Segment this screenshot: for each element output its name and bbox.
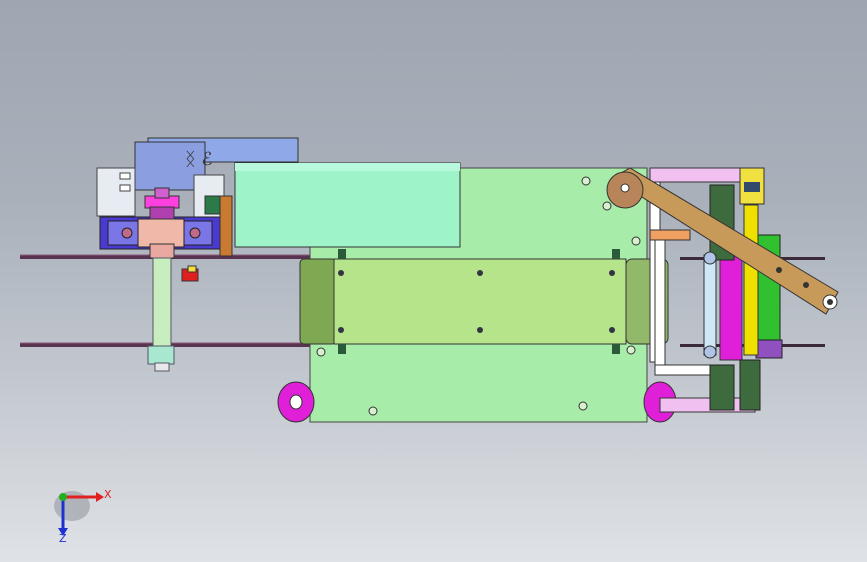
triad-origin <box>59 493 67 501</box>
cad-model-drawing[interactable]: ᛝ ℰ X Z <box>0 0 867 562</box>
x-axis-arrowhead <box>96 492 104 502</box>
cover-box[interactable] <box>234 162 461 248</box>
front-slide-block[interactable] <box>299 249 669 354</box>
housing-engraving: ᛝ ℰ <box>185 149 213 170</box>
x-axis-label: X <box>104 488 112 501</box>
coordinate-triad: X Z <box>54 488 112 545</box>
wheel-front-left[interactable] <box>277 381 315 423</box>
wheel-front-right[interactable] <box>643 381 756 423</box>
vertical-slide-rail[interactable] <box>703 251 717 359</box>
z-axis-label: Z <box>59 532 67 545</box>
small-red-sensor[interactable] <box>181 265 199 282</box>
spindle-collar[interactable] <box>144 187 180 220</box>
magenta-roller[interactable] <box>719 249 743 361</box>
cad-viewport[interactable]: ᛝ ℰ X Z <box>0 0 867 562</box>
spindle-shaft[interactable] <box>147 243 175 372</box>
